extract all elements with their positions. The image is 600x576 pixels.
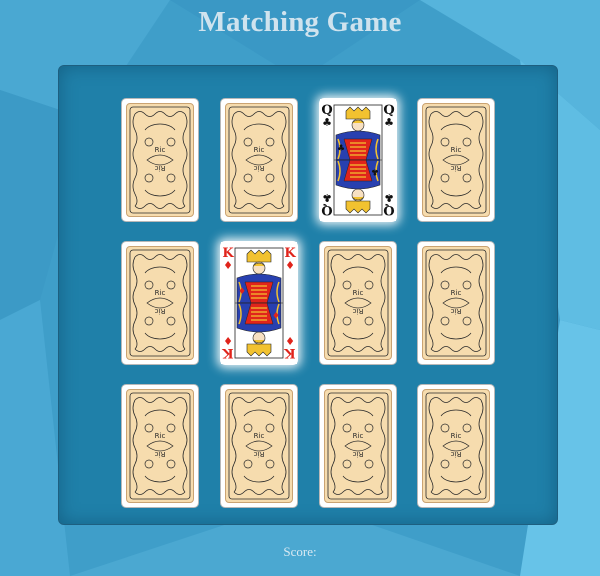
card-suit-icon: ♣ bbox=[384, 191, 394, 204]
card-suit-icon: ♦ bbox=[285, 259, 295, 272]
card-face: K ♦ K ♦ K ♦ K ♦ ♦ ♦ bbox=[221, 242, 297, 364]
card-face-down[interactable]: Ric Ric bbox=[220, 98, 298, 222]
card-back-label: Ric bbox=[451, 432, 462, 440]
card-suit-icon: ♦ bbox=[238, 287, 246, 297]
card-face-down[interactable]: Ric Ric bbox=[121, 241, 199, 365]
card-face-down[interactable]: Ric Ric bbox=[220, 384, 298, 508]
card-back-label: Ric bbox=[254, 450, 265, 458]
card-back-label: Ric bbox=[353, 289, 364, 297]
card-back-pattern: Ric Ric bbox=[126, 246, 194, 360]
card-suit-icon: ♣ bbox=[371, 166, 379, 176]
card-back-label: Ric bbox=[155, 432, 166, 440]
card-face-down[interactable]: Ric Ric bbox=[417, 98, 495, 222]
card-face-down[interactable]: Ric Ric bbox=[319, 241, 397, 365]
card-back-label: Ric bbox=[353, 450, 364, 458]
card-suit-icon: ♣ bbox=[322, 116, 332, 129]
card-suit-icon: ♣ bbox=[384, 116, 394, 129]
card-suit-icon: ♣ bbox=[322, 191, 332, 204]
card-back-label: Ric bbox=[254, 164, 265, 172]
card-face: Q ♣ Q ♣ Q ♣ Q ♣ ♣ ♣ bbox=[320, 99, 396, 221]
card-back-label: Ric bbox=[155, 146, 166, 154]
card-back-pattern: Ric Ric bbox=[324, 246, 392, 360]
card-face-down[interactable]: Ric Ric bbox=[319, 384, 397, 508]
page-title: Matching Game bbox=[198, 6, 402, 38]
card-back-label: Ric bbox=[451, 146, 462, 154]
card-back-label: Ric bbox=[155, 164, 166, 172]
card-back-label: Ric bbox=[353, 307, 364, 315]
card-back-label: Ric bbox=[451, 307, 462, 315]
card-face-down[interactable]: Ric Ric bbox=[417, 241, 495, 365]
score-label: Score: bbox=[283, 544, 317, 559]
game-board: Ric Ric Ric Ric Q ♣ Q ♣ Q ♣ Q ♣ ♣ ♣ Ric … bbox=[58, 65, 558, 525]
card-back-pattern: Ric Ric bbox=[422, 246, 490, 360]
card-suit-icon: ♦ bbox=[223, 334, 233, 347]
card-back-label: Ric bbox=[451, 164, 462, 172]
card-back-label: Ric bbox=[451, 289, 462, 297]
card-suit-icon: ♦ bbox=[272, 309, 280, 319]
card-face-down[interactable]: Ric Ric bbox=[417, 384, 495, 508]
card-back-pattern: Ric Ric bbox=[225, 103, 293, 217]
card-back-label: Ric bbox=[353, 432, 364, 440]
card-back-pattern: Ric Ric bbox=[126, 103, 194, 217]
card-suit-icon: ♦ bbox=[285, 334, 295, 347]
card-back-label: Ric bbox=[254, 146, 265, 154]
card-back-label: Ric bbox=[254, 432, 265, 440]
card-back-label: Ric bbox=[155, 307, 166, 315]
card-face-up[interactable]: K ♦ K ♦ K ♦ K ♦ ♦ ♦ bbox=[220, 241, 298, 365]
card-back-pattern: Ric Ric bbox=[422, 389, 490, 503]
card-back-pattern: Ric Ric bbox=[126, 389, 194, 503]
card-face-up[interactable]: Q ♣ Q ♣ Q ♣ Q ♣ ♣ ♣ bbox=[319, 98, 397, 222]
card-face-down[interactable]: Ric Ric bbox=[121, 98, 199, 222]
card-suit-icon: ♣ bbox=[337, 144, 345, 154]
card-back-pattern: Ric Ric bbox=[324, 389, 392, 503]
card-back-pattern: Ric Ric bbox=[422, 103, 490, 217]
card-back-label: Ric bbox=[155, 289, 166, 297]
card-back-label: Ric bbox=[451, 450, 462, 458]
card-back-label: Ric bbox=[155, 450, 166, 458]
card-back-pattern: Ric Ric bbox=[225, 389, 293, 503]
card-suit-icon: ♦ bbox=[223, 259, 233, 272]
card-face-down[interactable]: Ric Ric bbox=[121, 384, 199, 508]
